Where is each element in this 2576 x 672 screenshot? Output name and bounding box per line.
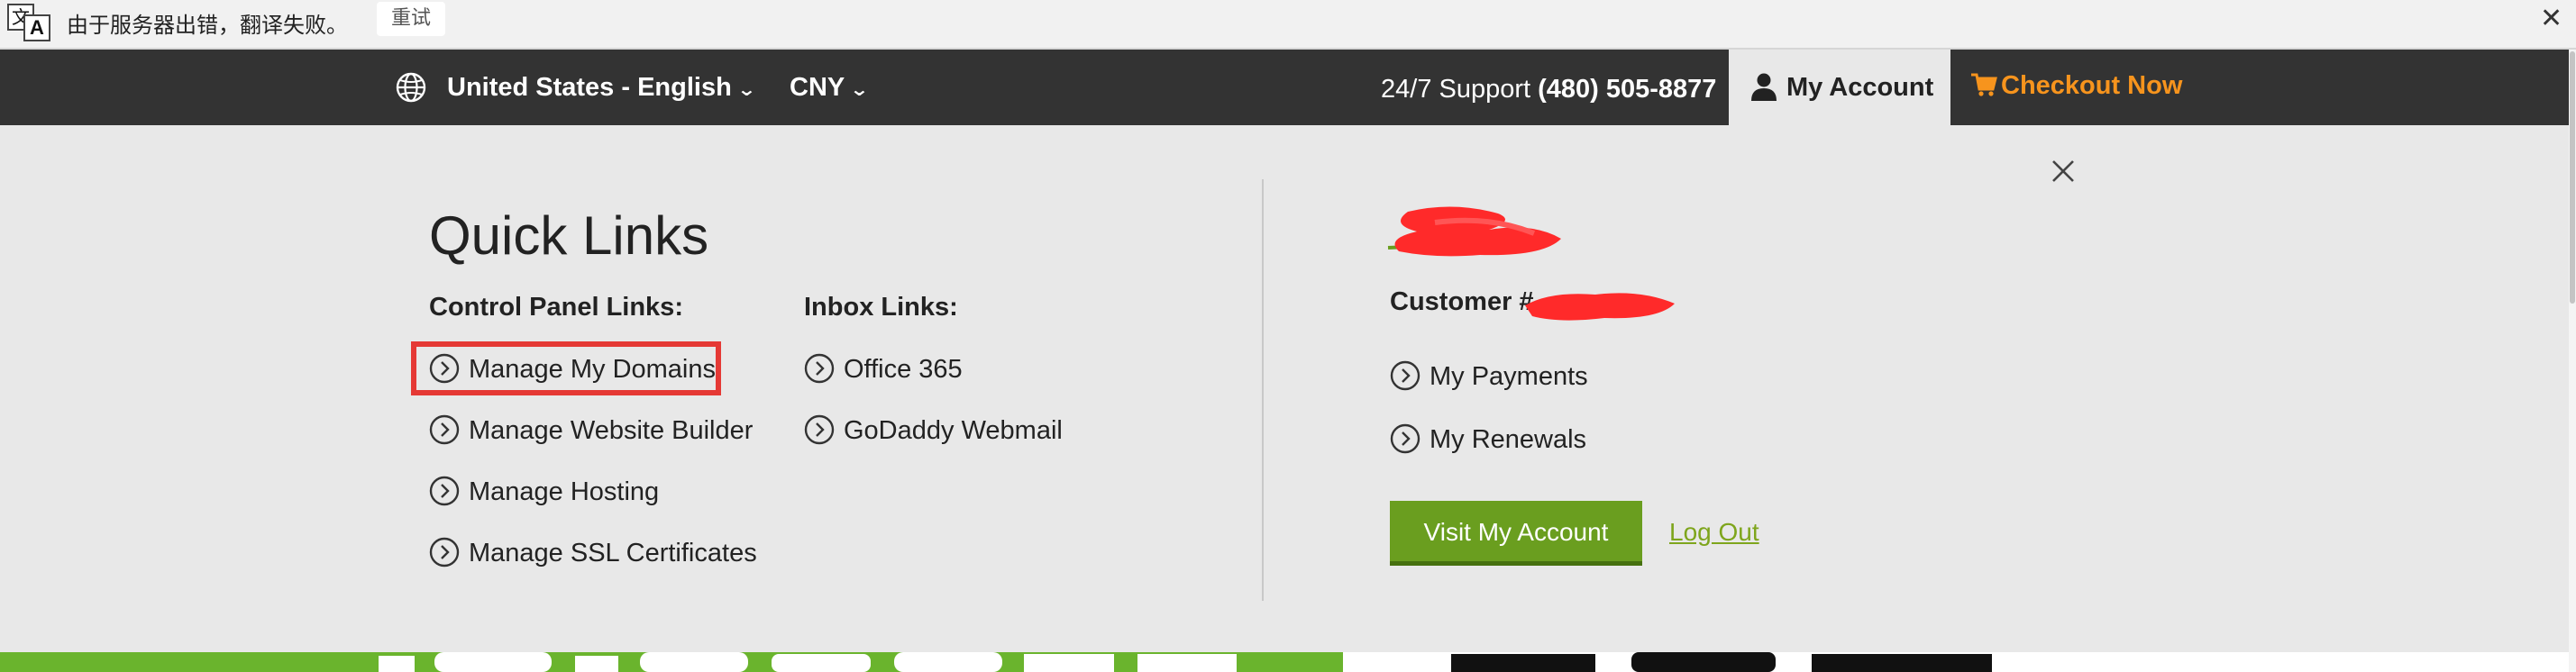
- my-payments-link[interactable]: My Payments: [1390, 359, 1588, 395]
- quick-links-title: Quick Links: [429, 205, 709, 266]
- account-dropdown-panel: Quick Links Control Panel Links: Manage …: [0, 125, 2569, 652]
- link-label: GoDaddy Webmail: [844, 416, 1063, 445]
- hero-banner-text-fragment: [379, 652, 1237, 672]
- currency-selector[interactable]: CNY ⌄: [790, 73, 870, 103]
- manage-ssl-certificates-link[interactable]: Manage SSL Certificates: [429, 535, 757, 571]
- link-label: My Payments: [1430, 362, 1588, 391]
- scrollbar-thumb[interactable]: [2570, 51, 2575, 304]
- language-label: United States - English: [447, 73, 732, 102]
- manage-hosting-link[interactable]: Manage Hosting: [429, 474, 659, 510]
- chevron-right-circle-icon: [1390, 361, 1420, 391]
- translate-error-message: 由于服务器出错，翻译失败。: [67, 13, 348, 38]
- chevron-right-circle-icon: [804, 354, 835, 384]
- log-out-link[interactable]: Log Out: [1669, 518, 1759, 547]
- link-label: Office 365: [844, 355, 963, 384]
- checkout-now-button[interactable]: Checkout Now: [1970, 71, 2182, 101]
- highlight-box: [411, 341, 721, 395]
- checkout-now-label: Checkout Now: [2001, 71, 2183, 100]
- support-label: 24/7 Support: [1381, 75, 1531, 104]
- panel-divider: [1262, 179, 1264, 601]
- link-label: Manage Hosting: [469, 477, 660, 506]
- globe-icon: [396, 72, 426, 103]
- redacted-customer-number: [1525, 293, 1675, 321]
- godaddy-webmail-link[interactable]: GoDaddy Webmail: [804, 413, 1063, 449]
- cart-icon: [1971, 73, 1997, 96]
- top-nav: United States - English ⌄ CNY ⌄ 24/7 Suppo…: [0, 50, 2569, 125]
- currency-label: CNY: [790, 73, 845, 102]
- chevron-right-circle-icon: [429, 477, 460, 506]
- chevron-down-icon: ⌄: [736, 80, 757, 100]
- visit-my-account-button[interactable]: Visit My Account: [1390, 501, 1642, 566]
- hero-banner-text-fragment-dark: [1451, 652, 1992, 672]
- my-account-tab[interactable]: My Account: [1729, 50, 1950, 125]
- translate-bar: 文 A 由于服务器出错，翻译失败。 重试 ✕: [0, 0, 2576, 50]
- translate-icon: 文 A: [5, 2, 52, 41]
- chevron-right-circle-icon: [429, 415, 460, 445]
- person-icon: [1751, 73, 1777, 101]
- chevron-right-circle-icon: [1390, 424, 1420, 454]
- chevron-down-icon: ⌄: [849, 80, 870, 100]
- close-icon[interactable]: [2050, 158, 2077, 185]
- redacted-account-name: [1387, 206, 1561, 257]
- chevron-right-circle-icon: [804, 415, 835, 445]
- control-panel-heading: Control Panel Links:: [429, 293, 683, 322]
- retry-button[interactable]: 重试: [377, 2, 445, 36]
- support-phone-number[interactable]: (480) 505-8877: [1538, 75, 1716, 104]
- link-label: My Renewals: [1430, 425, 1587, 454]
- language-selector[interactable]: United States - English ⌄: [447, 73, 757, 103]
- manage-website-builder-link[interactable]: Manage Website Builder: [429, 413, 753, 449]
- chevron-right-circle-icon: [429, 538, 460, 568]
- inbox-links-heading: Inbox Links:: [804, 293, 958, 322]
- page-scrollbar[interactable]: [2569, 50, 2576, 672]
- support-phone: 24/7 Support (480) 505-8877: [1381, 75, 1716, 104]
- my-account-label: My Account: [1786, 73, 1934, 102]
- my-renewals-link[interactable]: My Renewals: [1390, 422, 1586, 458]
- close-translate-bar-icon[interactable]: ✕: [2540, 4, 2562, 34]
- link-label: Manage Website Builder: [469, 416, 754, 445]
- link-label: Manage SSL Certificates: [469, 539, 757, 568]
- customer-number: Customer #: [1390, 287, 1534, 316]
- office-365-link[interactable]: Office 365: [804, 351, 963, 387]
